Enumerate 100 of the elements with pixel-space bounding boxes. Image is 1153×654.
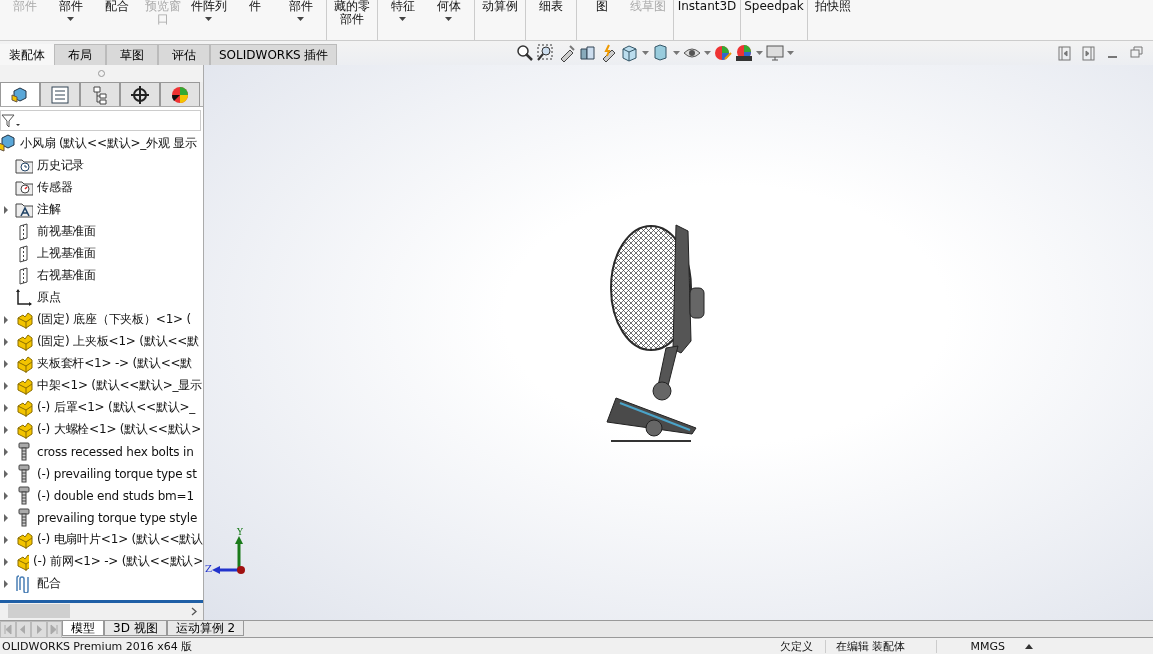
tree-item[interactable]: 夹板套杆<1> -> (默认<<默 [37, 355, 193, 373]
ribbon-button[interactable]: 部件 [278, 0, 324, 22]
panel-right-icon[interactable] [1082, 45, 1095, 61]
bolt-icon [15, 486, 33, 506]
command-tab[interactable]: 装配体 [0, 44, 54, 65]
tree-item[interactable]: 历史记录 [37, 157, 85, 175]
tree-item[interactable]: 原点 [37, 289, 61, 307]
expand-arrow-icon[interactable] [3, 315, 9, 324]
ribbon-button[interactable]: 细表 [528, 0, 574, 13]
expand-arrow-icon[interactable] [3, 469, 9, 478]
command-tab[interactable]: 评估 [158, 44, 210, 65]
expand-arrow-icon[interactable] [3, 359, 9, 368]
command-tab[interactable]: 草图 [106, 44, 158, 65]
expand-arrow-icon[interactable] [3, 513, 9, 522]
expand-arrow-icon[interactable] [3, 403, 9, 412]
tree-item[interactable]: 前视基准面 [37, 223, 96, 241]
document-tab[interactable]: 3D 视图 [104, 621, 167, 636]
ribbon-button[interactable]: 件 [232, 0, 278, 13]
tree-item[interactable]: (-) double end studs bm=1 [37, 488, 194, 503]
display-style-icon[interactable] [652, 44, 670, 62]
tree-item[interactable]: 配合 [37, 575, 61, 593]
zoom-fit-icon[interactable] [516, 44, 534, 62]
tree-item[interactable]: prevailing torque type style [37, 510, 198, 525]
appearance-icon[interactable] [714, 44, 732, 62]
assembly-icon [0, 134, 16, 154]
expand-arrow-icon[interactable] [3, 535, 9, 544]
filter-field[interactable] [0, 110, 201, 131]
tree-item[interactable]: 传感器 [37, 179, 73, 197]
panel-left-icon[interactable] [1058, 45, 1071, 61]
panel-tab[interactable] [120, 82, 160, 107]
expand-arrow-icon[interactable] [3, 205, 9, 214]
tree-item[interactable]: (-) 电扇叶片<1> (默认<<默认 [36, 531, 203, 549]
caret-icon[interactable] [787, 51, 794, 55]
property-list-icon [50, 84, 70, 105]
annotation-folder-icon [15, 200, 33, 220]
part-icon [15, 552, 30, 572]
document-tab[interactable]: 模型 [62, 621, 104, 636]
expand-arrow-icon[interactable] [3, 381, 9, 390]
tree-item[interactable]: (固定) 上夹板<1> (默认<<默 [37, 333, 199, 351]
origin-icon [15, 288, 33, 308]
command-tab[interactable]: SOLIDWORKS 插件 [210, 44, 338, 65]
view-orientation-icon[interactable] [621, 44, 639, 62]
caret-icon[interactable] [642, 51, 649, 55]
up-arrow-icon[interactable] [1025, 643, 1033, 649]
command-tab[interactable]: 布局 [54, 44, 106, 65]
history-folder-icon [15, 156, 33, 176]
part-icon [15, 398, 33, 418]
document-tab[interactable]: 运动算例 2 [166, 621, 245, 636]
caret-icon[interactable] [673, 51, 680, 55]
ribbon-button[interactable]: Instant3D [676, 0, 738, 13]
tree-item[interactable]: (-) 后罩<1> (默认<<默认>_ [37, 399, 196, 417]
ribbon-button[interactable]: 藏的零部件 [329, 0, 375, 26]
panel-tab[interactable] [160, 82, 200, 107]
part-icon [15, 310, 33, 330]
ribbon-button[interactable]: 图 [579, 0, 625, 13]
bolt-icon [15, 442, 33, 462]
tree-item[interactable]: (-) 大螺栓<1> (默认<<默认> [37, 421, 202, 439]
bolt-icon [15, 464, 33, 484]
tree-item[interactable]: cross recessed hex bolts in [37, 444, 194, 459]
tree-item[interactable]: (-) 前网<1> -> (默认<<默认> [33, 553, 203, 571]
configuration-tree-icon [90, 84, 110, 105]
status-text: 欠定义 [780, 639, 826, 653]
ribbon-button[interactable]: Speedpak [743, 0, 805, 13]
caret-icon[interactable] [756, 51, 763, 55]
ribbon-button[interactable]: 配合 [94, 0, 140, 13]
ribbon-button[interactable]: 拍快照 [810, 0, 856, 13]
expand-arrow-icon[interactable] [3, 491, 9, 500]
scroll-right-icon[interactable] [191, 606, 197, 616]
expand-arrow-icon[interactable] [3, 557, 9, 566]
tree-item[interactable]: 注解 [37, 201, 61, 219]
ribbon-button[interactable]: 部件 [48, 0, 94, 22]
tree-item[interactable]: 小风扇 (默认<<默认>_外观 显示 [20, 135, 197, 153]
expand-arrow-icon[interactable] [3, 447, 9, 456]
ribbon-button[interactable]: 特征 [380, 0, 426, 22]
zoom-area-icon[interactable] [537, 44, 555, 62]
expand-arrow-icon[interactable] [3, 579, 9, 588]
part-icon [15, 420, 33, 440]
scene-icon[interactable] [735, 44, 753, 62]
ribbon-button[interactable]: 动算例 [477, 0, 523, 13]
part-icon [15, 332, 33, 352]
part-icon [15, 354, 33, 374]
display-manager-icon [170, 84, 190, 105]
tree-item[interactable]: 上视基准面 [37, 245, 96, 263]
section-view-icon[interactable] [579, 44, 597, 62]
caret-icon[interactable] [704, 51, 711, 55]
horizontal-scrollbar[interactable] [0, 599, 203, 620]
tree-item[interactable]: (固定) 底座（下夹板）<1> ( [37, 311, 192, 329]
expand-arrow-icon[interactable] [3, 337, 9, 346]
monitor-icon[interactable] [766, 44, 784, 62]
tree-item[interactable]: (-) prevailing torque type st [37, 466, 197, 481]
ribbon-button[interactable]: 件阵列 [186, 0, 232, 22]
tree-item[interactable]: 右视基准面 [37, 267, 96, 285]
status-text: MMGS [970, 639, 1006, 653]
status-text: OLIDWORKS Premium 2016 x64 版 [2, 639, 194, 653]
tree-item[interactable]: 中架<1> (默认<<默认>_显示 [37, 377, 202, 395]
restore-icon[interactable] [1130, 45, 1143, 61]
panel-tab[interactable] [0, 82, 40, 107]
sensor-folder-icon [15, 178, 33, 198]
ribbon-button[interactable]: 何体 [426, 0, 472, 22]
expand-arrow-icon[interactable] [3, 425, 9, 434]
